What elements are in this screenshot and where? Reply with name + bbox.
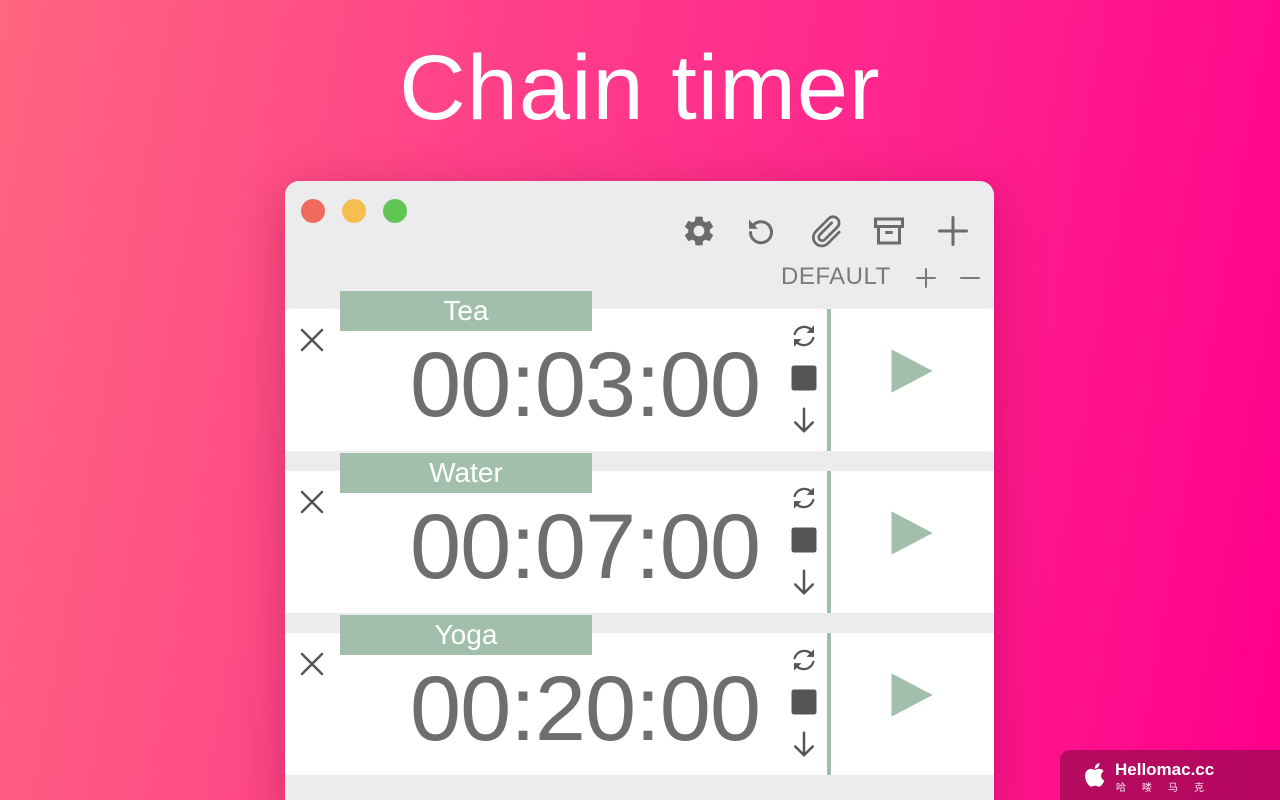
timer-row: Water 00:07:00 [285, 453, 994, 613]
play-button[interactable] [881, 503, 941, 563]
delete-timer-button[interactable] [295, 647, 329, 681]
play-button[interactable] [881, 665, 941, 725]
timer-label[interactable]: Water [340, 453, 592, 493]
loop-button[interactable] [787, 319, 821, 353]
close-icon [300, 328, 324, 352]
reset-button[interactable] [741, 211, 781, 251]
gear-icon [684, 216, 714, 246]
timer-time[interactable]: 00:20:00 [345, 659, 825, 759]
repeat-icon [793, 325, 815, 347]
close-icon [300, 490, 324, 514]
minus-icon [960, 277, 980, 279]
timer-row: Tea 00:03:00 [285, 291, 994, 451]
chain-next-button[interactable] [787, 727, 821, 761]
timer-time[interactable]: 00:03:00 [345, 335, 825, 435]
paperclip-icon [812, 215, 841, 248]
stop-button[interactable] [787, 685, 821, 719]
delete-timer-button[interactable] [295, 485, 329, 519]
window-minimize-button[interactable] [342, 199, 366, 223]
watermark-name: Hellomac.cc [1115, 760, 1215, 779]
timer-label[interactable]: Yoga [340, 615, 592, 655]
loop-button[interactable] [787, 643, 821, 677]
plus-icon [916, 268, 936, 288]
repeat-icon [793, 649, 815, 671]
add-timer-button[interactable] [933, 211, 973, 251]
settings-button[interactable] [679, 211, 719, 251]
timer-time[interactable]: 00:07:00 [345, 497, 825, 597]
watermark-subtitle: 哈喽马克 [1116, 783, 1220, 794]
stop-button[interactable] [787, 361, 821, 395]
play-icon [891, 511, 933, 555]
repeat-icon [793, 487, 815, 509]
row-divider [827, 633, 831, 775]
stop-button[interactable] [787, 523, 821, 557]
row-divider [827, 471, 831, 613]
play-button[interactable] [881, 341, 941, 401]
stop-icon [791, 527, 817, 553]
archive-icon [874, 217, 904, 245]
app-window: DEFAULT Tea 00:03:00 Water 00:07:00 Yoga… [285, 181, 994, 800]
add-preset-button[interactable] [911, 263, 941, 293]
delete-timer-button[interactable] [295, 323, 329, 357]
window-zoom-button[interactable] [383, 199, 407, 223]
chain-next-button[interactable] [787, 403, 821, 437]
attach-button[interactable] [805, 211, 845, 251]
timer-row: Yoga 00:20:00 [285, 615, 994, 775]
reset-icon [749, 219, 773, 245]
loop-button[interactable] [787, 481, 821, 515]
arrow-down-icon [794, 731, 814, 757]
arrow-down-icon [794, 407, 814, 433]
row-divider [827, 309, 831, 451]
play-icon [891, 349, 933, 393]
chain-next-button[interactable] [787, 565, 821, 599]
plus-icon [938, 216, 968, 246]
watermark: Hellomac.cc 哈喽马克 [1060, 750, 1280, 800]
timer-label[interactable]: Tea [340, 291, 592, 331]
preset-name[interactable]: DEFAULT [781, 263, 891, 291]
stop-icon [791, 689, 817, 715]
remove-preset-button[interactable] [955, 263, 985, 293]
archive-button[interactable] [869, 211, 909, 251]
play-icon [891, 673, 933, 717]
close-icon [300, 652, 324, 676]
arrow-down-icon [794, 569, 814, 595]
apple-logo-icon [1085, 763, 1105, 787]
stop-icon [791, 365, 817, 391]
window-close-button[interactable] [301, 199, 325, 223]
hero-title: Chain timer [399, 37, 881, 139]
